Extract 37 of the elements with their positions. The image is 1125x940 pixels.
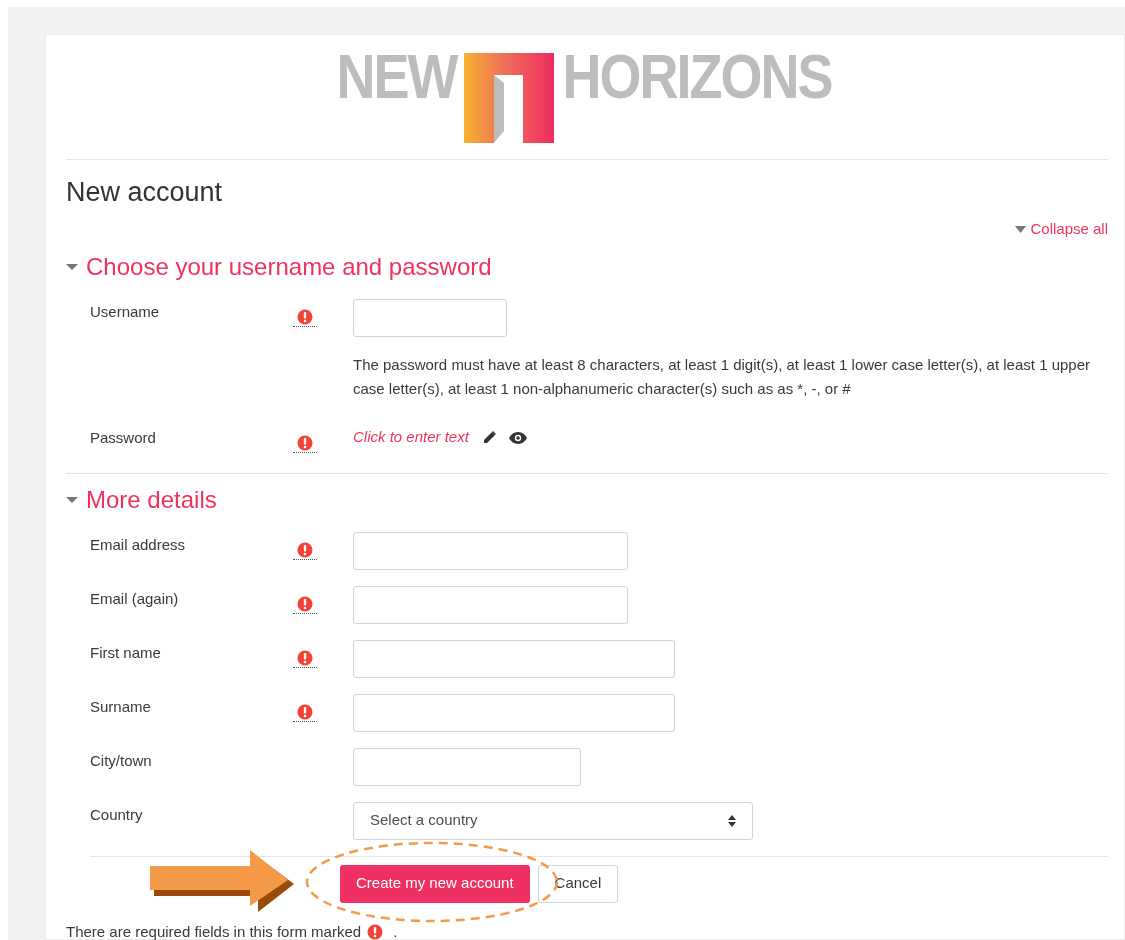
field-label: Email (again) — [90, 589, 179, 607]
logo-text: NEW — [336, 44, 457, 108]
sort-caret-icon — [728, 814, 736, 827]
text-input-field[interactable] — [353, 531, 628, 570]
required-icon — [297, 595, 313, 612]
caret-down-icon — [1015, 225, 1027, 233]
required-icon — [297, 649, 313, 666]
required-icon — [297, 308, 313, 325]
field-label: City/town — [90, 751, 152, 769]
field-label: Surname — [90, 697, 151, 715]
required-icon — [297, 703, 313, 720]
field-label: Country — [90, 805, 143, 823]
logo-text: HORIZONS — [562, 44, 832, 108]
section-heading[interactable]: Choose your username and password — [86, 248, 492, 285]
required-icon — [297, 541, 313, 558]
field-label: Password — [90, 428, 156, 446]
create-account-button[interactable]: Create my new account — [340, 864, 530, 903]
required-icon — [297, 434, 313, 451]
text-input-field[interactable] — [353, 298, 507, 337]
door-logo-icon — [464, 53, 555, 143]
password-rules-text: The password must have at least 8 characters, at least 1 digit(s), at least 1 lower case letter(s), at least 1 upper case letter(s), at least 1 non-alphanumeric character(s) such as as *, -, or # — [353, 354, 1091, 399]
text-input-field[interactable] — [353, 639, 675, 678]
page-title: New account — [66, 176, 224, 209]
field-label: First name — [90, 643, 161, 661]
country-select[interactable]: Select a country — [353, 801, 753, 840]
cancel-button[interactable]: Cancel — [537, 864, 619, 903]
field-label: Username — [90, 302, 160, 320]
text-input-field[interactable] — [353, 585, 628, 624]
eye-icon[interactable] — [508, 431, 527, 444]
section-heading[interactable]: More details — [86, 481, 217, 518]
period-text: . — [393, 921, 398, 940]
field-label: Email address — [90, 535, 186, 553]
collapse-all-link[interactable]: Collapse all — [1030, 218, 1108, 241]
required-fields-note: There are required fields in this form marked — [66, 921, 362, 940]
password-inline-edit[interactable]: Click to enter text — [353, 426, 469, 449]
text-input-field[interactable] — [353, 693, 675, 732]
text-input-field[interactable] — [353, 747, 581, 786]
